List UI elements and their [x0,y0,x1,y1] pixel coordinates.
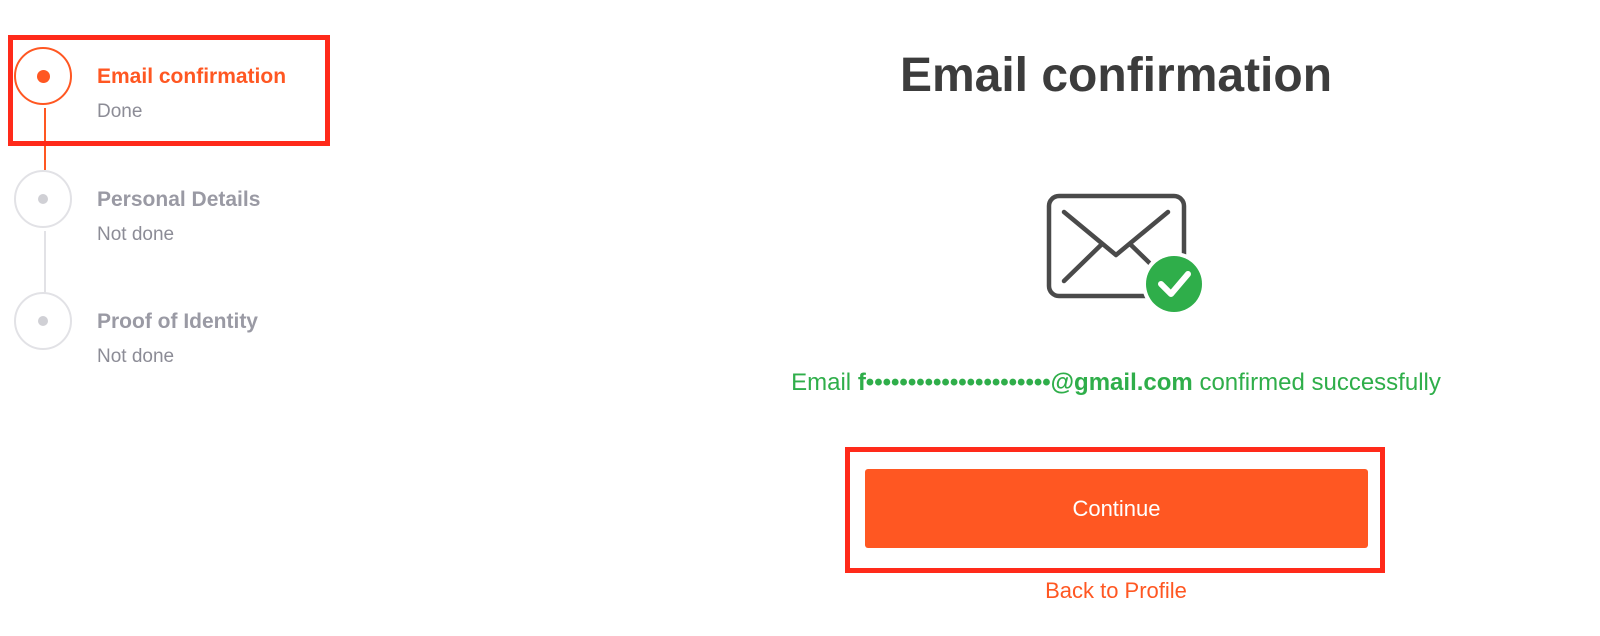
step-status: Not done [97,346,175,367]
step-status: Not done [97,224,175,245]
message-prefix: Email [791,369,852,396]
step-personal-details[interactable]: Personal Details Not done [14,170,414,250]
back-to-profile-link[interactable]: Back to Profile [916,578,1316,604]
step-dot-icon [38,194,48,204]
confirmation-message: Email f••••••••••••••••••••••@gmail.com … [640,369,1592,397]
step-proof-of-identity[interactable]: Proof of Identity Not done [14,292,414,372]
step-dot-icon [36,69,50,83]
step-title: Personal Details [97,188,261,211]
step-email-confirmation[interactable]: Email confirmation Done [14,47,414,127]
step-dot-icon [38,316,48,326]
mail-check-icon [1040,188,1210,318]
confirmed-email: f••••••••••••••••••••••@gmail.com [857,369,1193,396]
continue-button[interactable]: Continue [865,469,1368,548]
verification-stepper: Email confirmation Done Personal Details… [0,0,420,636]
page-title: Email confirmation [899,49,1333,102]
message-suffix: confirmed successfully [1199,369,1441,396]
step-indicator [14,47,72,105]
step-indicator [14,170,72,228]
step-status: Done [97,101,143,122]
step-title: Proof of Identity [97,310,258,333]
step-title: Email confirmation [97,65,287,88]
step-indicator [14,292,72,350]
